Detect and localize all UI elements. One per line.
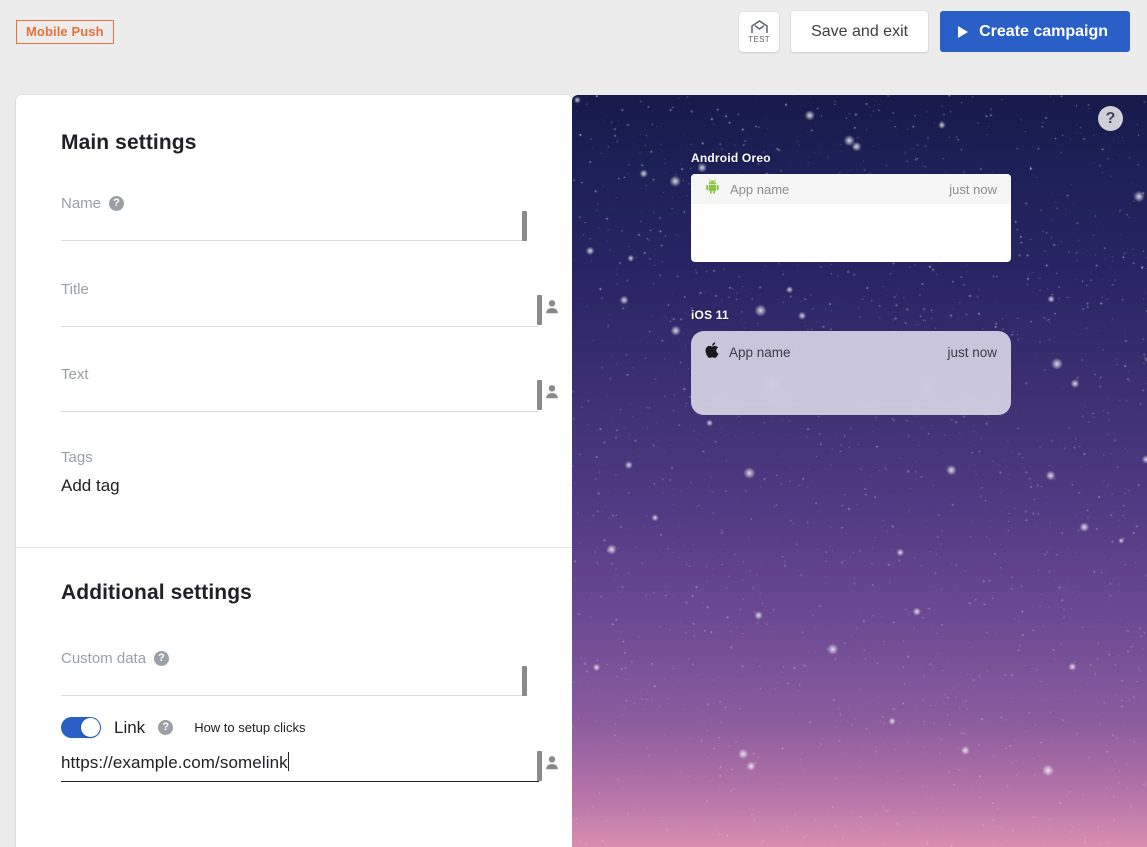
link-input-value: https://example.com/somelink [61,753,288,772]
ios-preview-group: iOS 11 App name just now [691,308,1011,415]
create-campaign-label: Create campaign [979,22,1108,40]
preview-help-icon[interactable]: ? [1098,106,1123,131]
field-name-label: Name ? [61,195,527,212]
play-triangle-icon [958,25,969,38]
ios-os-label: iOS 11 [691,308,729,322]
personalization-icon[interactable] [545,384,559,404]
field-text-label-text: Text [61,366,89,383]
field-text-resize-handle[interactable] [537,380,542,410]
field-custom-data: Custom data ? [61,650,527,696]
link-underline [61,781,539,782]
link-toggle-label: Link [114,717,146,737]
field-name: Name ? [61,195,527,241]
field-link: Link ? How to setup clicks https://examp… [61,717,558,782]
link-input[interactable]: https://example.com/somelink [61,752,539,778]
android-app-name: App name [730,181,790,197]
field-title-underline [61,326,539,327]
ios-notification-header: App name just now [691,331,1011,367]
add-tag-button[interactable]: Add tag [61,476,527,496]
field-title: Title [61,281,558,327]
personalization-icon[interactable] [545,299,559,319]
test-button-label: TEST [748,34,770,44]
android-robot-icon [705,179,720,199]
toolbar-actions: TEST Save and exit Create campaign [739,11,1130,52]
link-toggle-row: Link ? How to setup clicks [61,717,539,738]
help-icon[interactable]: ? [109,196,125,211]
ios-app-name: App name [729,344,791,360]
field-custom-data-label-text: Custom data [61,650,147,667]
additional-settings-section: Additional settings [16,547,572,605]
ios-notification-card[interactable]: App name just now [691,331,1011,415]
link-resize-handle[interactable] [537,751,542,781]
send-test-button[interactable]: TEST [739,11,780,52]
field-custom-data-underline [61,695,527,696]
apple-logo-icon [705,341,719,363]
save-and-exit-button[interactable]: Save and exit [791,11,929,52]
android-notification-card[interactable]: App name just now [691,174,1011,262]
additional-settings-title: Additional settings [61,581,252,604]
field-text-label: Text [61,366,539,383]
android-os-label: Android Oreo [691,151,771,165]
settings-form-card: Main settings Name ? Title Text Tags Add… [16,95,572,847]
create-campaign-button[interactable]: Create campaign [940,11,1130,52]
field-custom-data-resize-handle[interactable] [522,666,527,696]
help-icon[interactable]: ? [158,720,174,735]
android-notification-body [691,204,1011,220]
channel-badge-mobile-push: Mobile Push [16,20,114,44]
link-toggle-knob [81,718,100,737]
field-title-label: Title [61,281,539,298]
field-text: Text [61,366,558,412]
field-text-underline [61,411,539,412]
field-custom-data-label: Custom data ? [61,650,527,667]
field-name-underline [61,240,527,241]
field-title-label-text: Title [61,281,89,298]
notification-preview-panel: ? Android Oreo App name just now iOS 11 … [572,95,1147,847]
ios-timestamp: just now [947,344,997,360]
android-preview-group: Android Oreo App name just now [691,151,1011,262]
field-name-label-text: Name [61,195,102,212]
field-title-resize-handle[interactable] [537,295,542,325]
field-name-resize-handle[interactable] [522,211,527,241]
field-tags-label-text: Tags [61,449,93,466]
link-toggle[interactable] [61,717,101,738]
top-toolbar: Mobile Push TEST Save and exit Create ca… [0,0,1147,63]
personalization-icon[interactable] [545,755,559,775]
how-to-setup-clicks-link[interactable]: How to setup clicks [194,720,305,735]
field-tags-label: Tags [61,449,527,466]
android-notification-header: App name just now [691,174,1011,204]
ios-notification-body [691,367,1011,379]
android-timestamp: just now [949,181,997,197]
test-envelope-icon [750,19,769,34]
main-settings-title: Main settings [61,131,197,154]
help-icon[interactable]: ? [154,651,170,666]
field-tags: Tags Add tag [61,449,527,496]
main-settings-section: Main settings [16,95,572,155]
